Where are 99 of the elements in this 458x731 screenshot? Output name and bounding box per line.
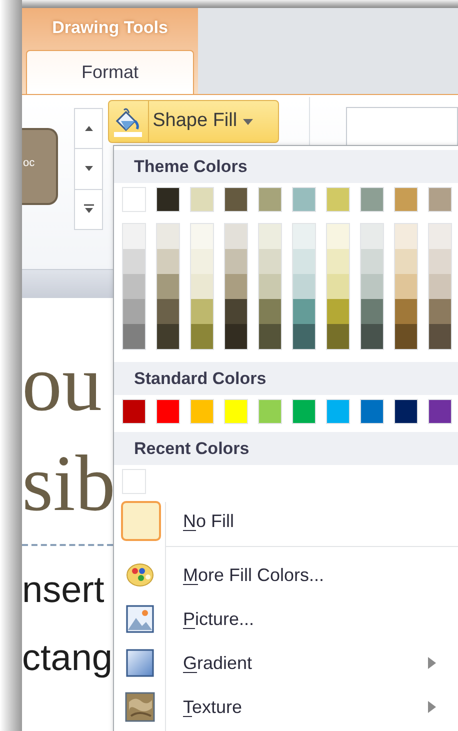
color-swatch[interactable] (123, 324, 145, 349)
color-swatch[interactable] (361, 224, 383, 249)
color-swatch[interactable] (122, 399, 146, 424)
color-swatch[interactable] (293, 224, 315, 249)
color-swatch[interactable] (259, 224, 281, 249)
color-swatch[interactable] (259, 274, 281, 299)
color-swatch[interactable] (224, 187, 248, 212)
color-swatch[interactable] (327, 324, 349, 349)
menu-item-label: Texture (183, 696, 244, 718)
color-swatch[interactable] (123, 249, 145, 274)
color-swatch[interactable] (361, 249, 383, 274)
menu-item[interactable]: Texture (114, 685, 458, 729)
color-swatch[interactable] (157, 224, 179, 249)
color-swatch[interactable] (429, 274, 451, 299)
texture-icon (125, 692, 155, 722)
color-swatch[interactable] (326, 187, 350, 212)
color-swatch[interactable] (123, 299, 145, 324)
color-swatch[interactable] (293, 249, 315, 274)
menu-item-label: More Fill Colors... (183, 564, 326, 586)
color-swatch[interactable] (122, 187, 146, 212)
color-swatch[interactable] (259, 324, 281, 349)
color-swatch[interactable] (258, 187, 282, 212)
format-tab[interactable]: Format (26, 50, 194, 94)
document-text: sib (22, 439, 113, 530)
color-swatch[interactable] (429, 249, 451, 274)
menu-item-label: Picture... (183, 608, 256, 630)
color-swatch[interactable] (225, 249, 247, 274)
color-swatch[interactable] (258, 399, 282, 424)
menu-item[interactable]: Picture... (114, 597, 458, 641)
color-swatch[interactable] (326, 399, 350, 424)
shape-fill-button[interactable]: Shape Fill (108, 100, 279, 143)
color-swatch[interactable] (122, 469, 146, 494)
color-swatch[interactable] (157, 274, 179, 299)
no-fill-item[interactable]: No Fill (114, 498, 458, 544)
color-swatch[interactable] (190, 187, 214, 212)
color-swatch[interactable] (292, 187, 316, 212)
document-text: nsert (22, 568, 106, 612)
color-swatch[interactable] (190, 399, 214, 424)
color-swatch[interactable] (360, 187, 384, 212)
color-swatch[interactable] (429, 299, 451, 324)
dropdown-arrow-icon (243, 118, 254, 124)
picture-icon (125, 604, 155, 634)
section-header: Recent Colors (114, 432, 458, 465)
color-swatch[interactable] (395, 299, 417, 324)
color-swatch[interactable] (191, 224, 213, 249)
color-swatch[interactable] (327, 249, 349, 274)
color-swatch[interactable] (259, 249, 281, 274)
color-swatch[interactable] (360, 399, 384, 424)
color-swatch[interactable] (327, 299, 349, 324)
menu-item[interactable]: Gradient (114, 641, 458, 685)
document-text: ou (22, 339, 103, 430)
document-text: ctang (22, 636, 113, 680)
color-swatch[interactable] (293, 299, 315, 324)
color-swatch[interactable] (327, 274, 349, 299)
color-swatch[interactable] (394, 399, 418, 424)
color-swatch[interactable] (429, 224, 451, 249)
color-swatch[interactable] (225, 324, 247, 349)
color-swatch[interactable] (225, 299, 247, 324)
color-swatch[interactable] (361, 324, 383, 349)
contextual-tab-group-label: Drawing Tools (52, 17, 168, 40)
gradient-icon (125, 648, 155, 678)
color-swatch[interactable] (327, 224, 349, 249)
submenu-arrow-icon (428, 657, 436, 669)
color-swatch[interactable] (394, 187, 418, 212)
menu-item[interactable]: More Fill Colors... (114, 553, 458, 597)
color-swatch[interactable] (191, 274, 213, 299)
menu-item-label: No Fill (183, 510, 234, 532)
color-swatch[interactable] (395, 324, 417, 349)
color-swatch[interactable] (191, 299, 213, 324)
color-swatch[interactable] (225, 224, 247, 249)
color-swatch[interactable] (191, 324, 213, 349)
color-swatch[interactable] (157, 324, 179, 349)
submenu-arrow-icon (428, 701, 436, 713)
paint-bucket-icon (113, 106, 144, 136)
color-swatch[interactable] (225, 274, 247, 299)
section-header: Standard Colors (114, 362, 458, 395)
color-swatch[interactable] (428, 399, 452, 424)
color-swatch[interactable] (361, 274, 383, 299)
color-swatch[interactable] (428, 187, 452, 212)
more-icon[interactable] (82, 204, 96, 214)
color-swatch[interactable] (293, 324, 315, 349)
section-header: Theme Colors (114, 150, 458, 183)
color-swatch[interactable] (361, 299, 383, 324)
color-swatch[interactable] (224, 399, 248, 424)
color-swatch[interactable] (395, 224, 417, 249)
color-swatch[interactable] (292, 399, 316, 424)
color-swatch[interactable] (123, 274, 145, 299)
color-swatch[interactable] (123, 224, 145, 249)
color-swatch[interactable] (293, 274, 315, 299)
color-swatch[interactable] (157, 299, 179, 324)
color-swatch[interactable] (429, 324, 451, 349)
color-swatch[interactable] (395, 249, 417, 274)
color-swatch[interactable] (191, 249, 213, 274)
color-swatch[interactable] (157, 249, 179, 274)
menu-item-label: Gradient (183, 652, 254, 674)
color-swatch[interactable] (259, 299, 281, 324)
color-swatch[interactable] (156, 399, 180, 424)
color-swatch[interactable] (395, 274, 417, 299)
color-swatch[interactable] (156, 187, 180, 212)
